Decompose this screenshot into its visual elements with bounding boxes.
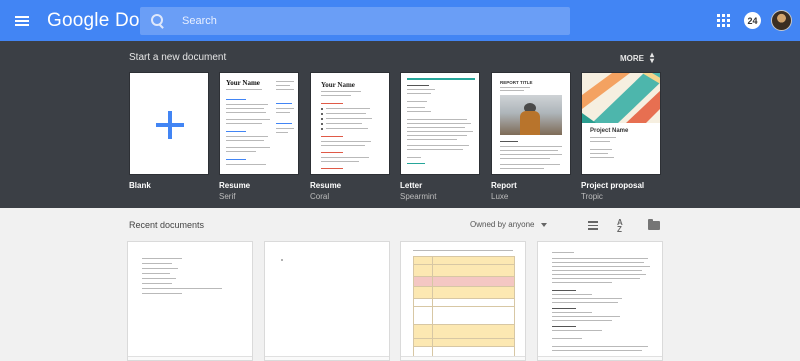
notifications-badge[interactable]: 24 (744, 12, 761, 29)
template-name: Resume (219, 181, 251, 190)
doc-preview-table (413, 256, 515, 360)
owner-filter-label: Owned by anyone (470, 220, 535, 229)
template-variant: Tropic (581, 192, 603, 201)
template-thumbnail[interactable]: Your Name (219, 72, 299, 175)
template-name: Project proposal (581, 181, 645, 190)
top-bar: Google Docs 24 (0, 0, 800, 41)
thumbnail-title: REPORT TITLE (500, 80, 533, 85)
sort-az-icon[interactable]: AZ (617, 219, 623, 234)
plus-icon (156, 111, 184, 139)
main-menu-button[interactable] (0, 0, 44, 41)
hamburger-menu-icon (15, 15, 29, 26)
template-name: Letter (400, 181, 423, 190)
recent-doc-card[interactable] (400, 241, 526, 361)
more-label: MORE (620, 53, 644, 63)
chevron-down-icon (540, 222, 547, 227)
search-icon[interactable] (140, 7, 172, 35)
thumbnail-title: Project Name (590, 128, 629, 134)
recent-doc-card[interactable] (127, 241, 253, 361)
template-thumbnail[interactable] (129, 72, 209, 175)
template-thumbnail[interactable] (400, 72, 480, 175)
template-variant: Coral (310, 192, 330, 201)
list-view-icon[interactable] (588, 221, 598, 230)
template-thumbnail[interactable]: REPORT TITLE (491, 72, 571, 175)
tropic-cover-art (582, 73, 660, 123)
template-name: Report (491, 181, 517, 190)
template-variant: Spearmint (400, 192, 437, 201)
recent-doc-card[interactable] (537, 241, 663, 361)
recent-documents: Recent documents Owned by anyone AZ (0, 208, 800, 361)
template-gallery: Start a new document MORE ▴ ▾ Blank Your … (0, 41, 800, 208)
thumbnail-title: Your Name (321, 81, 355, 89)
template-resume-serif[interactable]: Your Name Resume Serif (219, 72, 299, 201)
template-variant: Luxe (491, 192, 509, 201)
template-thumbnail[interactable]: Project Name (581, 72, 661, 175)
folder-icon[interactable] (648, 219, 660, 230)
template-name: Resume (310, 181, 342, 190)
more-templates-button[interactable]: MORE ▴ ▾ (620, 50, 655, 65)
template-thumbnail[interactable]: Your Name (310, 72, 390, 175)
thumbnail-title: Your Name (226, 79, 260, 87)
template-project-proposal-tropic[interactable]: Project Name Project proposal Tropic (581, 72, 661, 201)
template-report-luxe[interactable]: REPORT TITLE Report Luxe (491, 72, 571, 201)
chevron-up-down-icon: ▴ ▾ (650, 50, 655, 65)
search-input[interactable] (182, 15, 562, 27)
search-box[interactable] (140, 7, 570, 35)
template-letter-spearmint[interactable]: Letter Spearmint (400, 72, 480, 201)
recent-doc-card[interactable] (264, 241, 390, 361)
avatar[interactable] (771, 10, 792, 31)
apps-grid-icon[interactable] (717, 14, 730, 27)
template-section-title: Start a new document (129, 52, 227, 63)
owner-filter-dropdown[interactable]: Owned by anyone (470, 220, 547, 229)
report-cover-photo (500, 95, 562, 135)
template-blank[interactable]: Blank (129, 72, 209, 190)
recent-section-title: Recent documents (129, 220, 205, 230)
template-variant: Serif (219, 192, 236, 201)
template-name: Blank (129, 181, 151, 190)
template-resume-coral[interactable]: Your Name Resume Coral (310, 72, 390, 201)
